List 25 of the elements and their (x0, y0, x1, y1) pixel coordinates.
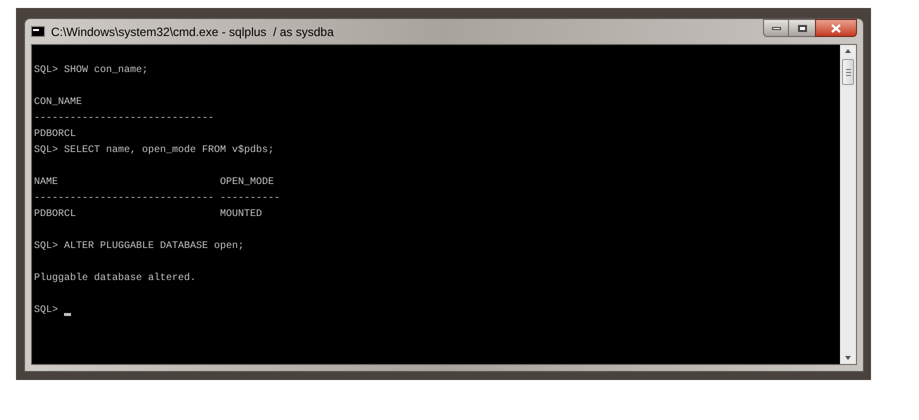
table-cell: PDBORCL (34, 209, 76, 220)
cursor-icon (64, 312, 72, 316)
close-icon (831, 24, 841, 32)
scroll-up-icon[interactable] (845, 49, 851, 53)
table-cell: ------------------------------ (34, 193, 214, 204)
close-button[interactable] (815, 19, 857, 37)
scroll-down-icon[interactable] (845, 356, 851, 360)
table-cell: ---------- (220, 193, 280, 204)
window-title: C:\Windows\system32\cmd.exe - sqlplus / as sysdba (51, 24, 334, 40)
scroll-thumb[interactable] (842, 59, 854, 85)
minimize-button[interactable] (763, 19, 789, 37)
console-line: SQL> SHOW con_name; (34, 64, 148, 78)
console-line: CON_NAME (34, 96, 82, 110)
table-cell: OPEN_MODE (220, 177, 274, 188)
console-line: PDBORCL (34, 128, 76, 142)
console-line: Pluggable database altered. (34, 272, 196, 286)
scrollbar[interactable] (840, 45, 856, 364)
prompt-text: SQL> (34, 304, 58, 318)
table-cell: NAME (34, 177, 58, 188)
console-app-icon (31, 26, 45, 37)
table-cell: MOUNTED (220, 209, 262, 220)
console-line: SQL> SELECT name, open_mode FROM v$pdbs; (34, 144, 274, 158)
maximize-button[interactable] (789, 19, 815, 37)
console-line: SQL> ALTER PLUGGABLE DATABASE open; (34, 240, 244, 254)
console-line: ------------------------------ (34, 112, 214, 126)
